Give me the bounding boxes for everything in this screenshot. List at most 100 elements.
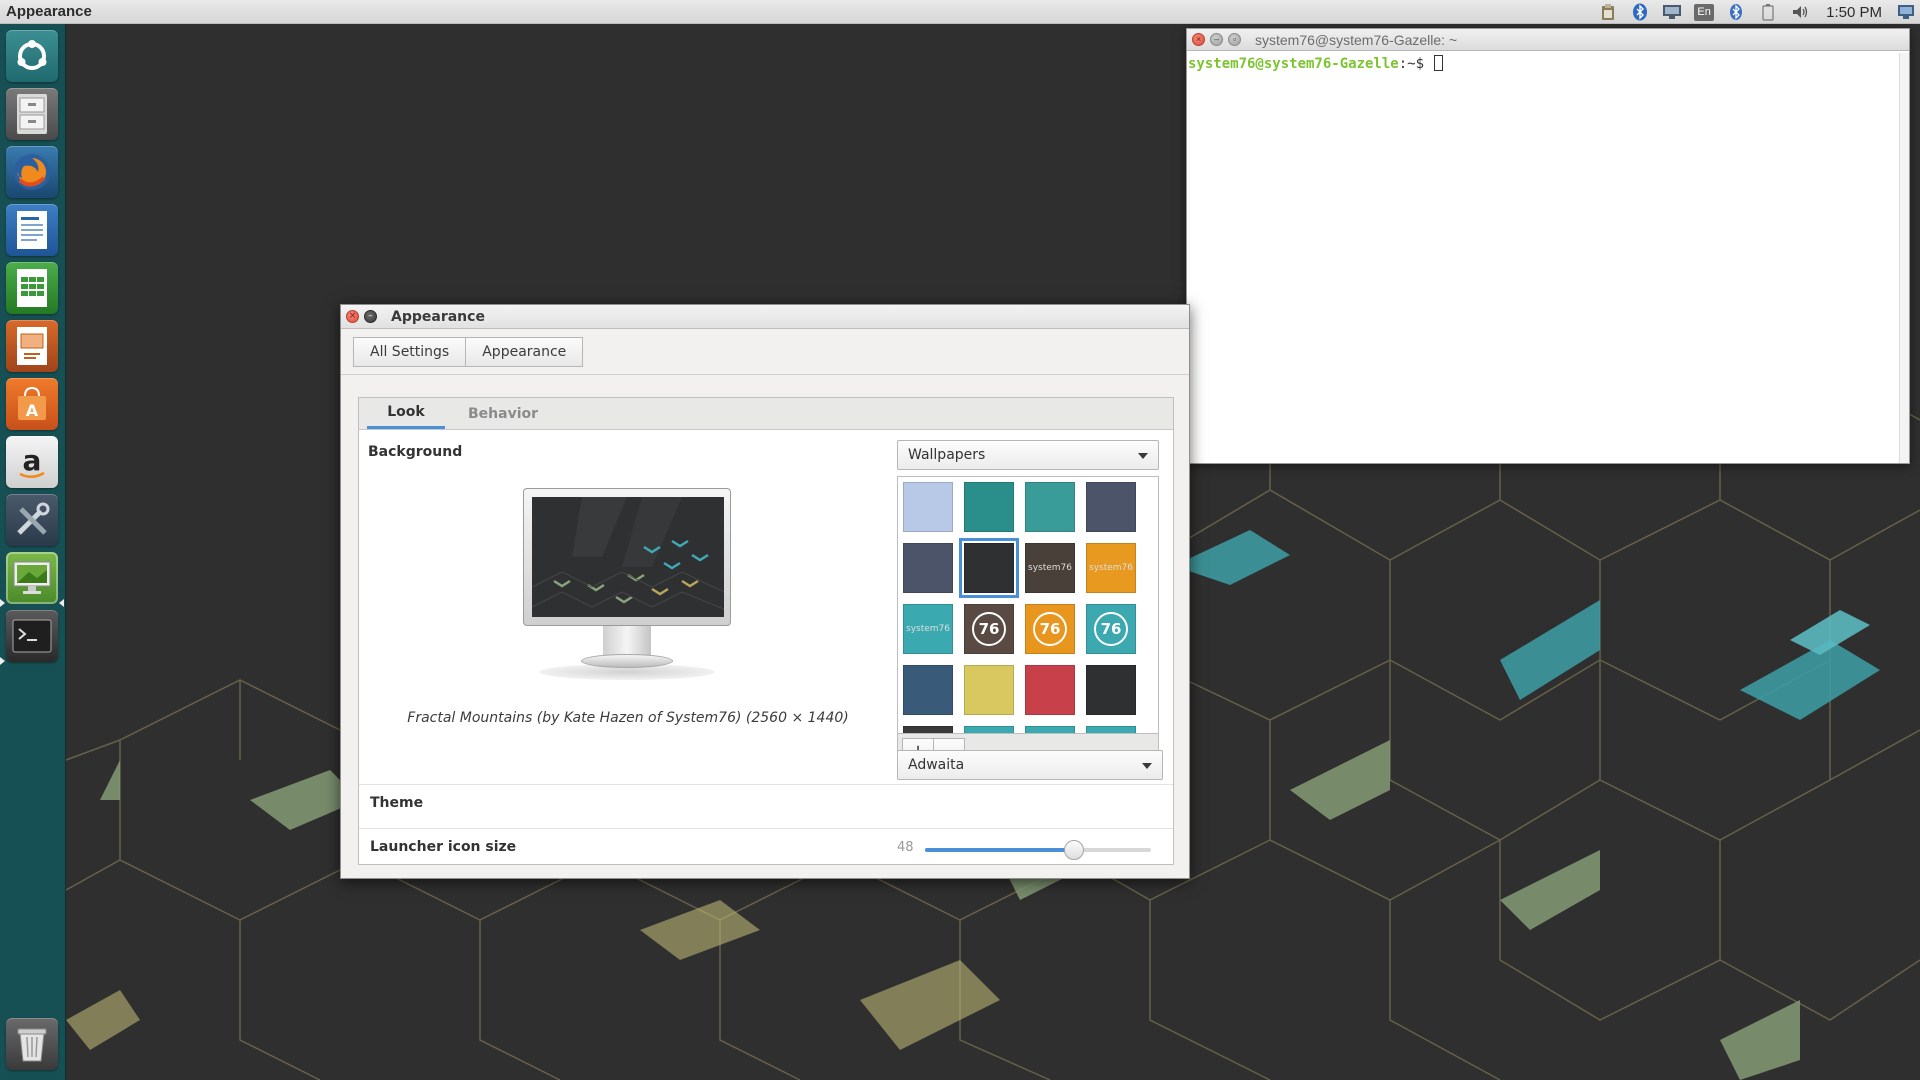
- wallpaper-thumbnail[interactable]: [903, 543, 953, 593]
- wallpaper-thumbnail[interactable]: [903, 665, 953, 715]
- calc-launcher[interactable]: [6, 262, 58, 314]
- launcher-icon-size-label: Launcher icon size: [370, 839, 517, 855]
- impress-slides-icon: [17, 327, 47, 365]
- thumbnail-label: 76: [972, 612, 1006, 646]
- theme-value: Adwaita: [908, 757, 965, 773]
- wallpaper-thumbnail[interactable]: [959, 538, 1019, 598]
- ubuntu-logo-icon: [17, 40, 47, 70]
- terminal-window[interactable]: × – ▫ system76@system76-Gazelle: ~ syste…: [1186, 28, 1910, 464]
- wallpaper-thumbnail[interactable]: 76: [964, 604, 1014, 654]
- text-cursor: [1434, 55, 1444, 71]
- svg-text:a: a: [23, 444, 42, 477]
- wallpaper-source-dropdown[interactable]: Wallpapers: [897, 440, 1159, 470]
- wallpaper-thumbnail[interactable]: [964, 665, 1014, 715]
- maximize-icon[interactable]: ▫: [1228, 33, 1241, 46]
- close-icon[interactable]: ×: [346, 310, 359, 323]
- wallpaper-thumbnail[interactable]: 76: [1025, 604, 1075, 654]
- amazon-icon: a: [19, 444, 45, 478]
- tools-icon: [17, 502, 50, 535]
- terminal-launcher[interactable]: [6, 610, 58, 662]
- files-launcher[interactable]: [6, 88, 58, 140]
- divider: [359, 784, 1173, 785]
- wallpaper-thumbnail[interactable]: [1086, 482, 1136, 532]
- top-panel: Appearance En 1:50 PM: [0, 0, 1920, 24]
- trash-launcher[interactable]: [6, 1018, 58, 1070]
- keyboard-layout-indicator[interactable]: En: [1694, 3, 1715, 21]
- wallpaper-thumbnail[interactable]: 76: [1086, 604, 1136, 654]
- running-indicator: [0, 599, 5, 607]
- bluetooth-icon[interactable]: [1720, 0, 1752, 24]
- running-indicator: [0, 657, 5, 665]
- appearance-launcher[interactable]: [6, 552, 58, 604]
- prompt-path: :~$: [1398, 56, 1433, 72]
- system-settings-launcher[interactable]: [6, 494, 58, 546]
- thumbnail-label: 76: [1033, 612, 1067, 646]
- appearance-display-icon: [13, 561, 51, 594]
- slider-handle[interactable]: [1064, 840, 1085, 860]
- software-bag-icon: A: [18, 386, 46, 420]
- battery-icon[interactable]: [1752, 0, 1784, 24]
- wallpaper-thumbnail[interactable]: [1025, 665, 1075, 715]
- wallpaper-thumbnail[interactable]: [903, 726, 953, 733]
- network-icon[interactable]: [1656, 0, 1688, 24]
- tab-look[interactable]: Look: [367, 398, 445, 429]
- theme-label: Theme: [370, 795, 424, 811]
- terminal-output[interactable]: system76@system76-Gazelle:~$: [1187, 51, 1909, 72]
- settings-notebook: Look Behavior Background Fractal Mountai…: [358, 397, 1174, 865]
- appearance-window[interactable]: × – Appearance All Settings Appearance L…: [340, 304, 1190, 879]
- thumbnail-label: system76: [906, 624, 950, 634]
- active-app-title: Appearance: [6, 3, 92, 20]
- chevron-down-icon: [1142, 763, 1152, 769]
- clock[interactable]: 1:50 PM: [1816, 0, 1892, 24]
- wallpaper-thumbnail[interactable]: [1086, 726, 1136, 733]
- software-center-launcher[interactable]: A: [6, 378, 58, 430]
- wallpaper-thumbnail[interactable]: [964, 482, 1014, 532]
- wallpaper-thumbnail[interactable]: [1025, 482, 1075, 532]
- wallpaper-thumbnail[interactable]: system76: [1025, 543, 1075, 593]
- terminal-icon: [12, 619, 52, 653]
- launcher-icon-size-slider[interactable]: [925, 840, 1151, 860]
- wallpaper-caption: Fractal Mountains (by Kate Hazen of Syst…: [407, 710, 849, 726]
- breadcrumb-appearance[interactable]: Appearance: [466, 336, 584, 367]
- wallpaper-thumbnail[interactable]: system76: [1086, 543, 1136, 593]
- calc-sheet-icon: [17, 269, 47, 307]
- bluetooth-icon[interactable]: [1624, 0, 1656, 24]
- volume-icon[interactable]: [1784, 0, 1816, 24]
- breadcrumb: All Settings Appearance: [341, 329, 1189, 375]
- dash-home-button[interactable]: [6, 30, 58, 82]
- prompt-user: system76@system76-Gazelle: [1188, 56, 1399, 72]
- wallpaper-thumbnail[interactable]: [1086, 665, 1136, 715]
- impress-launcher[interactable]: [6, 320, 58, 372]
- window-title: Appearance: [391, 308, 485, 325]
- tab-behavior[interactable]: Behavior: [453, 398, 553, 429]
- writer-doc-icon: [17, 211, 47, 249]
- thumbnail-label: 76: [1094, 612, 1128, 646]
- terminal-titlebar[interactable]: × – ▫ system76@system76-Gazelle: ~: [1187, 29, 1909, 51]
- divider: [359, 828, 1173, 829]
- chevron-down-icon: [1138, 453, 1148, 459]
- thumbnail-label: system76: [1028, 563, 1072, 573]
- wallpaper-preview: [523, 488, 731, 683]
- amazon-launcher[interactable]: a: [6, 436, 58, 488]
- appearance-titlebar[interactable]: × – Appearance: [341, 305, 1189, 329]
- minimize-icon[interactable]: –: [1210, 33, 1223, 46]
- thumbnail-label: system76: [1089, 563, 1133, 573]
- writer-launcher[interactable]: [6, 204, 58, 256]
- indicator-area: En 1:50 PM: [1592, 0, 1920, 24]
- all-settings-button[interactable]: All Settings: [353, 336, 467, 367]
- wallpaper-thumbnail[interactable]: [1025, 726, 1075, 733]
- wallpaper-thumbnail[interactable]: [964, 726, 1014, 733]
- minimize-icon[interactable]: –: [364, 310, 377, 323]
- close-icon[interactable]: ×: [1192, 33, 1205, 46]
- wallpaper-thumbnail[interactable]: system76: [903, 604, 953, 654]
- terminal-scrollbar[interactable]: [1899, 53, 1909, 463]
- wallpaper-grid[interactable]: system76 system76 system76 76 76 76: [897, 476, 1159, 734]
- firefox-launcher[interactable]: [6, 146, 58, 198]
- theme-dropdown[interactable]: Adwaita: [897, 750, 1163, 780]
- focused-indicator: [59, 599, 64, 607]
- wallpaper-thumbnail[interactable]: [903, 482, 953, 532]
- terminal-title: system76@system76-Gazelle: ~: [1255, 31, 1458, 48]
- clipboard-icon[interactable]: [1592, 0, 1624, 24]
- trash-icon: [17, 1028, 47, 1062]
- system-menu-icon[interactable]: [1892, 0, 1920, 24]
